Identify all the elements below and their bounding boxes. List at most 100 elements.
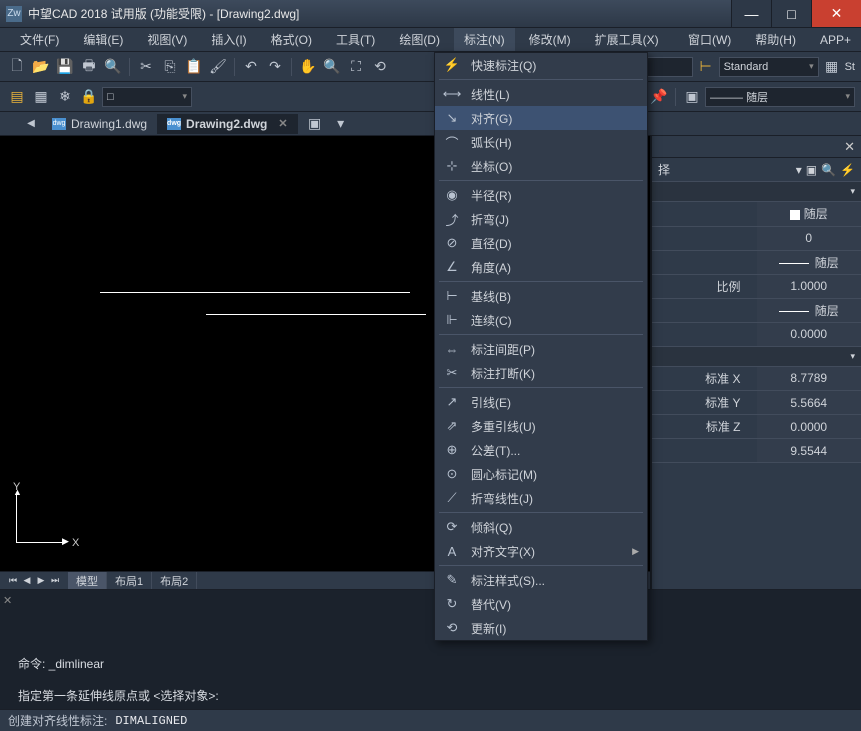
open-icon[interactable]: 📂 [30,56,52,78]
print-icon[interactable]: 🖶 [78,56,100,78]
dimstyle-combo[interactable]: Standard [719,57,819,77]
minimize-button[interactable]: — [731,0,771,27]
block-icon[interactable]: ▣ [681,86,703,108]
tab-new-icon[interactable]: ▣ [304,113,326,135]
prop-x[interactable]: 8.7789 [757,367,861,391]
menu-item[interactable]: ⟷线性(L) [435,82,647,106]
menu-item[interactable]: A对齐文字(X)▶ [435,539,647,563]
menu-item[interactable]: ⟋折弯线性(J) [435,486,647,510]
prop-pin-icon[interactable]: 📌 [648,86,670,108]
layer-manager-icon[interactable]: ▤ [6,86,28,108]
layer-combo[interactable]: □ [102,87,192,107]
cmd-close-icon[interactable]: ✕ [3,593,12,609]
menu-item[interactable]: ⟳倾斜(Q) [435,515,647,539]
menu-tools[interactable]: 工具(T) [326,28,385,51]
menu-draw[interactable]: 绘图(D) [389,28,450,51]
close-button[interactable]: ✕ [811,0,861,27]
tab-prev-icon[interactable]: ◀ [20,113,42,135]
dimension-menu-dropdown: ⚡快速标注(Q) ⟷线性(L)↘对齐(G)⌒弧长(H)⊹坐标(O) ◉半径(R)⤴折… [434,52,648,641]
panel-header: ✕ [652,136,861,158]
menu-item[interactable]: ⌒弧长(H) [435,130,647,154]
prop-extra[interactable]: 9.5544 [757,439,861,463]
menu-item[interactable]: ⇔标注间距(P) [435,337,647,361]
panel-close-icon[interactable]: ✕ [844,139,855,155]
tab-model[interactable]: 模型 [68,572,107,590]
maximize-button[interactable]: □ [771,0,811,27]
table-icon[interactable]: ▦ [821,56,843,78]
doc-tab-2[interactable]: dwg Drawing2.dwg ✕ [157,114,298,134]
prop-y[interactable]: 5.5664 [757,391,861,415]
linetype-combo[interactable]: ——— 随层 [705,87,855,107]
undo-icon[interactable]: ↶ [240,56,262,78]
layer-freeze-icon[interactable]: ❄ [54,86,76,108]
menu-item[interactable]: ⊩连续(C) [435,308,647,332]
menu-item[interactable]: ⊹坐标(O) [435,154,647,178]
menu-item[interactable]: ⊢基线(B) [435,284,647,308]
menu-item[interactable]: ↻替代(V) [435,592,647,616]
prop-color[interactable]: ■ 随层随层 [757,202,861,226]
doc-tab-1[interactable]: dwg Drawing1.dwg [42,114,157,134]
menu-item[interactable]: ↗引线(E) [435,390,647,414]
prop-ltscale[interactable]: 1.0000 [757,274,861,298]
tab-list-icon[interactable]: ▾ [330,113,352,135]
menu-item[interactable]: ✂标注打断(K) [435,361,647,385]
dim-style-icon[interactable]: ⊢ [695,56,717,78]
menu-item[interactable]: ⊘直径(D) [435,231,647,255]
menu-item[interactable]: ⇗多重引线(U) [435,414,647,438]
selection-row[interactable]: 择 ▾ ▣ 🔍 ⚡ [652,158,861,182]
tab-layout2[interactable]: 布局2 [152,572,197,590]
layer-state-icon[interactable]: ▦ [30,86,52,108]
new-icon[interactable]: 🗋 [6,56,28,78]
prop-layer[interactable]: 0 [757,226,861,250]
command-window[interactable]: ✕ 命令: _dimlinear 指定第一条延伸线原点或 <选择对象>: 指定第… [0,589,861,709]
redo-icon[interactable]: ↷ [264,56,286,78]
zoom-icon[interactable]: 🔍 [321,56,343,78]
layout-nav[interactable]: ⏮◀▶⏭ [6,575,62,586]
menu-item[interactable]: ⊙圆心标记(M) [435,462,647,486]
preview-icon[interactable]: 🔍 [102,56,124,78]
zoom-window-icon[interactable]: ⛶ [345,56,367,78]
prop-linetype[interactable]: 随层 [757,250,861,274]
menu-item[interactable]: ⊕公差(T)... [435,438,647,462]
menu-item[interactable]: ⚡快速标注(Q) [435,53,647,77]
select-icon[interactable]: ▣ [806,163,817,177]
menu-help[interactable]: 帮助(H) [745,28,806,51]
prop-z[interactable]: 0.0000 [757,415,861,439]
cut-icon[interactable]: ✂ [135,56,157,78]
group-header-geometry[interactable] [652,347,861,367]
menu-item[interactable]: ✎标注样式(S)... [435,568,647,592]
menu-insert[interactable]: 插入(I) [201,28,256,51]
copy-icon[interactable]: ⎘ [159,56,181,78]
menu-express[interactable]: 扩展工具(X) [585,28,669,51]
menu-item[interactable]: ↘对齐(G) [435,106,647,130]
save-icon[interactable]: 💾 [54,56,76,78]
menu-item[interactable]: ∠角度(A) [435,255,647,279]
prop-lineweight[interactable]: 随层 [757,298,861,322]
zoom-prev-icon[interactable]: ⟲ [369,56,391,78]
paste-icon[interactable]: 📋 [183,56,205,78]
prop-key: 标准 Z [652,415,757,439]
prop-thickness[interactable]: 0.0000 [757,322,861,346]
menu-dimension[interactable]: 标注(N) [454,28,515,51]
menu-view[interactable]: 视图(V) [137,28,197,51]
tab-layout1[interactable]: 布局1 [107,572,152,590]
menu-app[interactable]: APP+ [810,30,861,50]
menu-item-label: 弧长(H) [471,134,639,151]
menu-item[interactable]: ⤴折弯(J) [435,207,647,231]
menu-edit[interactable]: 编辑(E) [73,28,133,51]
menu-item-label: 引线(E) [471,394,639,411]
match-icon[interactable]: 🖌 [207,56,229,78]
flash-icon[interactable]: ⚡ [840,163,855,177]
menu-item[interactable]: ◉半径(R) [435,183,647,207]
menu-modify[interactable]: 修改(M) [519,28,581,51]
menu-window[interactable]: 窗口(W) [678,28,741,51]
cmd-line: 指定第一条延伸线原点或 <选择对象>: [18,688,857,704]
menu-item[interactable]: ⟲更新(I) [435,616,647,640]
menu-format[interactable]: 格式(O) [261,28,322,51]
group-header-general[interactable] [652,182,861,202]
pan-icon[interactable]: ✋ [297,56,319,78]
layer-lock-icon[interactable]: 🔒 [78,86,100,108]
quick-select-icon[interactable]: 🔍 [821,163,836,177]
close-tab-icon[interactable]: ✕ [278,117,287,130]
menu-file[interactable]: 文件(F) [10,28,69,51]
